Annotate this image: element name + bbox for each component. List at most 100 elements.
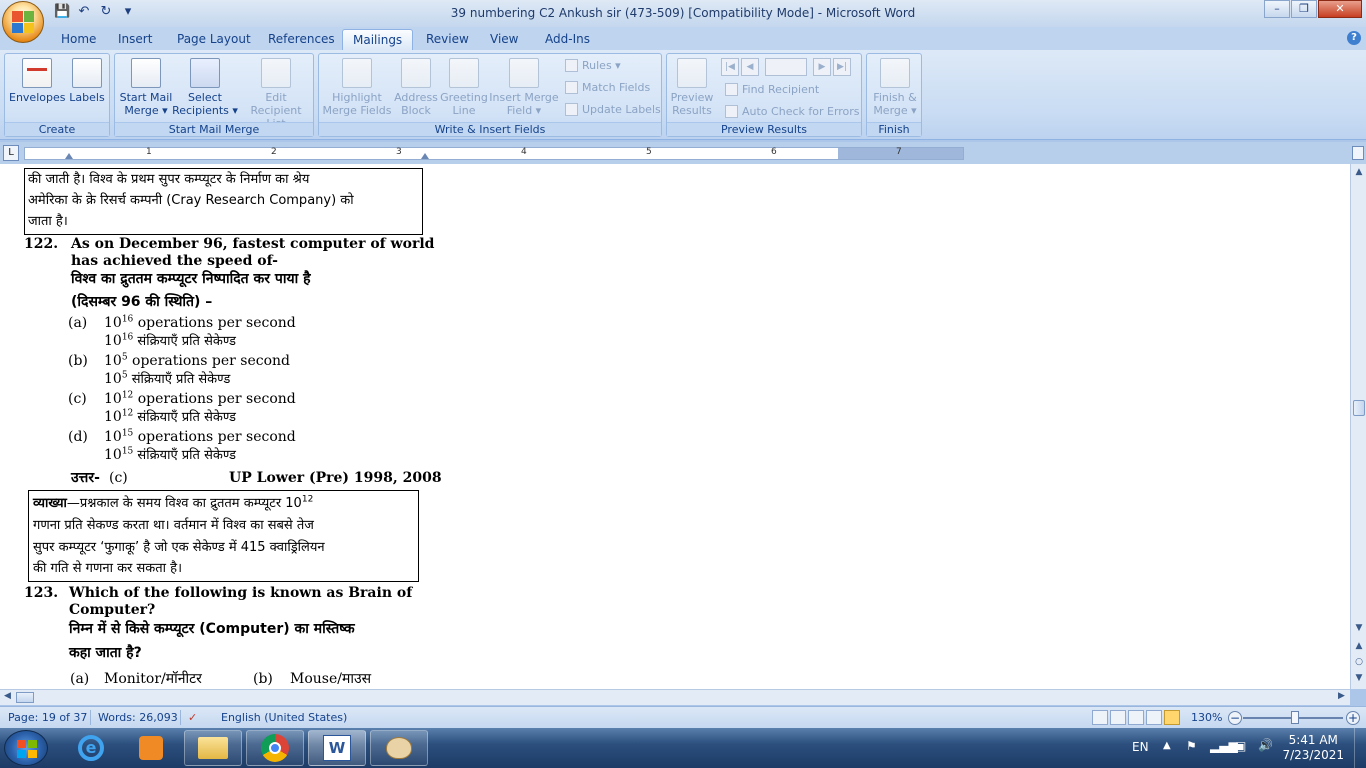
greeting-line-button[interactable]: Greeting Line bbox=[439, 58, 489, 117]
address-block-button[interactable]: Address Block bbox=[393, 58, 439, 117]
update-labels-button[interactable]: Update Labels bbox=[565, 103, 661, 116]
preview-results-button[interactable]: Preview Results bbox=[669, 58, 715, 117]
paint-icon[interactable] bbox=[370, 730, 428, 766]
vertical-scrollbar[interactable]: ▲ ▼ ▲ ○ ▼ bbox=[1350, 164, 1366, 689]
input-language[interactable]: EN bbox=[1132, 740, 1149, 754]
media-player-icon[interactable] bbox=[122, 730, 180, 766]
edit-list-icon bbox=[261, 58, 291, 88]
auto-check-errors-button[interactable]: Auto Check for Errors bbox=[725, 105, 860, 118]
zoom-slider-knob[interactable] bbox=[1291, 711, 1299, 724]
edit-recipient-list-button[interactable]: Edit Recipient List bbox=[241, 58, 311, 130]
network-icon[interactable]: ▂▄▆ bbox=[1210, 739, 1238, 753]
draft-icon[interactable] bbox=[1164, 710, 1180, 725]
option-key: (a) bbox=[70, 671, 90, 687]
restore-button[interactable]: ❐ bbox=[1291, 0, 1317, 18]
scroll-down-icon[interactable]: ▼ bbox=[1353, 622, 1365, 634]
action-center-icon[interactable]: ⚑ bbox=[1186, 739, 1197, 753]
start-mail-merge-button[interactable]: Start Mail Merge ▾ bbox=[117, 58, 175, 117]
word-count[interactable]: Words: 26,093 bbox=[98, 711, 178, 724]
tab-view[interactable]: View bbox=[480, 29, 528, 50]
horizontal-scroll-thumb[interactable] bbox=[16, 692, 34, 703]
word-taskbar-icon[interactable]: W bbox=[308, 730, 366, 766]
first-record-icon[interactable]: |◀ bbox=[721, 58, 739, 76]
language-indicator[interactable]: English (United States) bbox=[221, 711, 347, 724]
select-browse-object-icon[interactable]: ○ bbox=[1353, 656, 1365, 668]
office-button[interactable] bbox=[2, 1, 44, 43]
group-create: Envelopes Labels Create bbox=[4, 53, 110, 137]
next-record-icon[interactable]: ▶ bbox=[813, 58, 831, 76]
previous-record-icon[interactable]: ◀ bbox=[741, 58, 759, 76]
labels-button[interactable]: Labels bbox=[67, 58, 107, 104]
box-text-line: अमेरिका के क्रे रिसर्च कम्पनी (Cray Rese… bbox=[28, 193, 354, 208]
option-key: (d) bbox=[68, 429, 88, 445]
help-icon[interactable]: ? bbox=[1347, 31, 1361, 45]
insert-merge-field-button[interactable]: Insert Merge Field ▾ bbox=[489, 58, 559, 117]
zoom-in-icon[interactable]: + bbox=[1346, 711, 1360, 725]
show-desktop-button[interactable] bbox=[1354, 728, 1366, 768]
minimize-button[interactable]: – bbox=[1264, 0, 1290, 18]
find-recipient-button[interactable]: Find Recipient bbox=[725, 83, 819, 96]
last-record-icon[interactable]: ▶| bbox=[833, 58, 851, 76]
answer-label: उत्तर- bbox=[71, 470, 100, 486]
group-write-insert-fields: Highlight Merge Fields Address Block Gre… bbox=[318, 53, 662, 137]
close-button[interactable]: ✕ bbox=[1318, 0, 1362, 18]
internet-explorer-icon[interactable]: e bbox=[62, 730, 120, 766]
tab-mailings[interactable]: Mailings bbox=[342, 29, 414, 50]
volume-icon[interactable]: 🔊 bbox=[1258, 738, 1273, 752]
page-count[interactable]: Page: 19 of 37 bbox=[8, 711, 87, 724]
scroll-left-icon[interactable]: ◀ bbox=[4, 691, 11, 701]
clock[interactable]: 5:41 AM 7/23/2021 bbox=[1282, 733, 1344, 763]
document-page[interactable]: की जाती है। विश्व के प्रथम सुपर कम्प्यूट… bbox=[0, 164, 1350, 689]
question-number: 122. bbox=[24, 236, 59, 252]
status-bar: Page: 19 of 37 Words: 26,093 ✓ English (… bbox=[0, 706, 1366, 728]
tab-selector[interactable]: L bbox=[3, 145, 19, 161]
power-icon[interactable]: ▣ bbox=[1235, 739, 1246, 753]
full-screen-reading-icon[interactable] bbox=[1110, 710, 1126, 725]
horizontal-ruler[interactable]: 1 2 3 4 5 6 7 bbox=[24, 147, 964, 160]
windows-logo-icon bbox=[17, 740, 37, 758]
previous-page-icon[interactable]: ▲ bbox=[1353, 640, 1365, 652]
document-area[interactable]: की जाती है। विश्व के प्रथम सुपर कम्प्यूट… bbox=[0, 164, 1350, 689]
zoom-level[interactable]: 130% bbox=[1191, 711, 1222, 724]
zoom-out-icon[interactable]: − bbox=[1228, 711, 1242, 725]
envelope-icon bbox=[22, 58, 52, 88]
match-fields-button[interactable]: Match Fields bbox=[565, 81, 650, 94]
envelopes-button[interactable]: Envelopes bbox=[9, 58, 65, 104]
print-layout-icon[interactable] bbox=[1092, 710, 1108, 725]
right-indent-marker[interactable] bbox=[421, 153, 429, 159]
tab-insert[interactable]: Insert bbox=[108, 29, 162, 50]
tab-add-ins[interactable]: Add-Ins bbox=[535, 29, 600, 50]
next-page-icon[interactable]: ▼ bbox=[1353, 672, 1365, 684]
proofing-icon[interactable]: ✓ bbox=[188, 711, 197, 724]
scroll-thumb[interactable] bbox=[1353, 400, 1365, 416]
rules-button[interactable]: Rules ▾ bbox=[565, 59, 621, 72]
show-hidden-icons[interactable]: ▲ bbox=[1163, 740, 1171, 751]
tab-home[interactable]: Home bbox=[51, 29, 106, 50]
tab-page-layout[interactable]: Page Layout bbox=[167, 29, 261, 50]
window-title: 39 numbering C2 Ankush sir (473-509) [Co… bbox=[450, 6, 916, 20]
outline-icon[interactable] bbox=[1146, 710, 1162, 725]
highlight-merge-fields-button[interactable]: Highlight Merge Fields bbox=[321, 58, 393, 117]
group-preview-results: Preview Results |◀ ◀ ▶ ▶| Find Recipient… bbox=[666, 53, 862, 137]
preview-icon bbox=[677, 58, 707, 88]
office-logo-icon bbox=[12, 11, 34, 33]
left-indent-marker[interactable] bbox=[65, 153, 73, 159]
answer-value: (c) bbox=[109, 470, 128, 486]
select-recipients-button[interactable]: Select Recipients ▾ bbox=[171, 58, 239, 117]
finish-merge-icon bbox=[880, 58, 910, 88]
tab-review[interactable]: Review bbox=[416, 29, 479, 50]
record-number-input[interactable] bbox=[765, 58, 807, 76]
finish-merge-button[interactable]: Finish & Merge ▾ bbox=[869, 58, 921, 117]
horizontal-scrollbar[interactable]: ◀ ▶ bbox=[0, 689, 1350, 705]
web-layout-icon[interactable] bbox=[1128, 710, 1144, 725]
auto-check-icon bbox=[725, 105, 738, 118]
question-number: 123. bbox=[24, 585, 59, 601]
scroll-up-icon[interactable]: ▲ bbox=[1353, 166, 1365, 178]
start-button[interactable] bbox=[4, 730, 48, 766]
tab-references[interactable]: References bbox=[258, 29, 345, 50]
chrome-icon[interactable] bbox=[246, 730, 304, 766]
scroll-right-icon[interactable]: ▶ bbox=[1338, 691, 1345, 701]
explanation-line: की गति से गणना कर सकता है। bbox=[33, 561, 183, 576]
file-explorer-icon[interactable] bbox=[184, 730, 242, 766]
view-ruler-icon[interactable] bbox=[1352, 146, 1364, 160]
